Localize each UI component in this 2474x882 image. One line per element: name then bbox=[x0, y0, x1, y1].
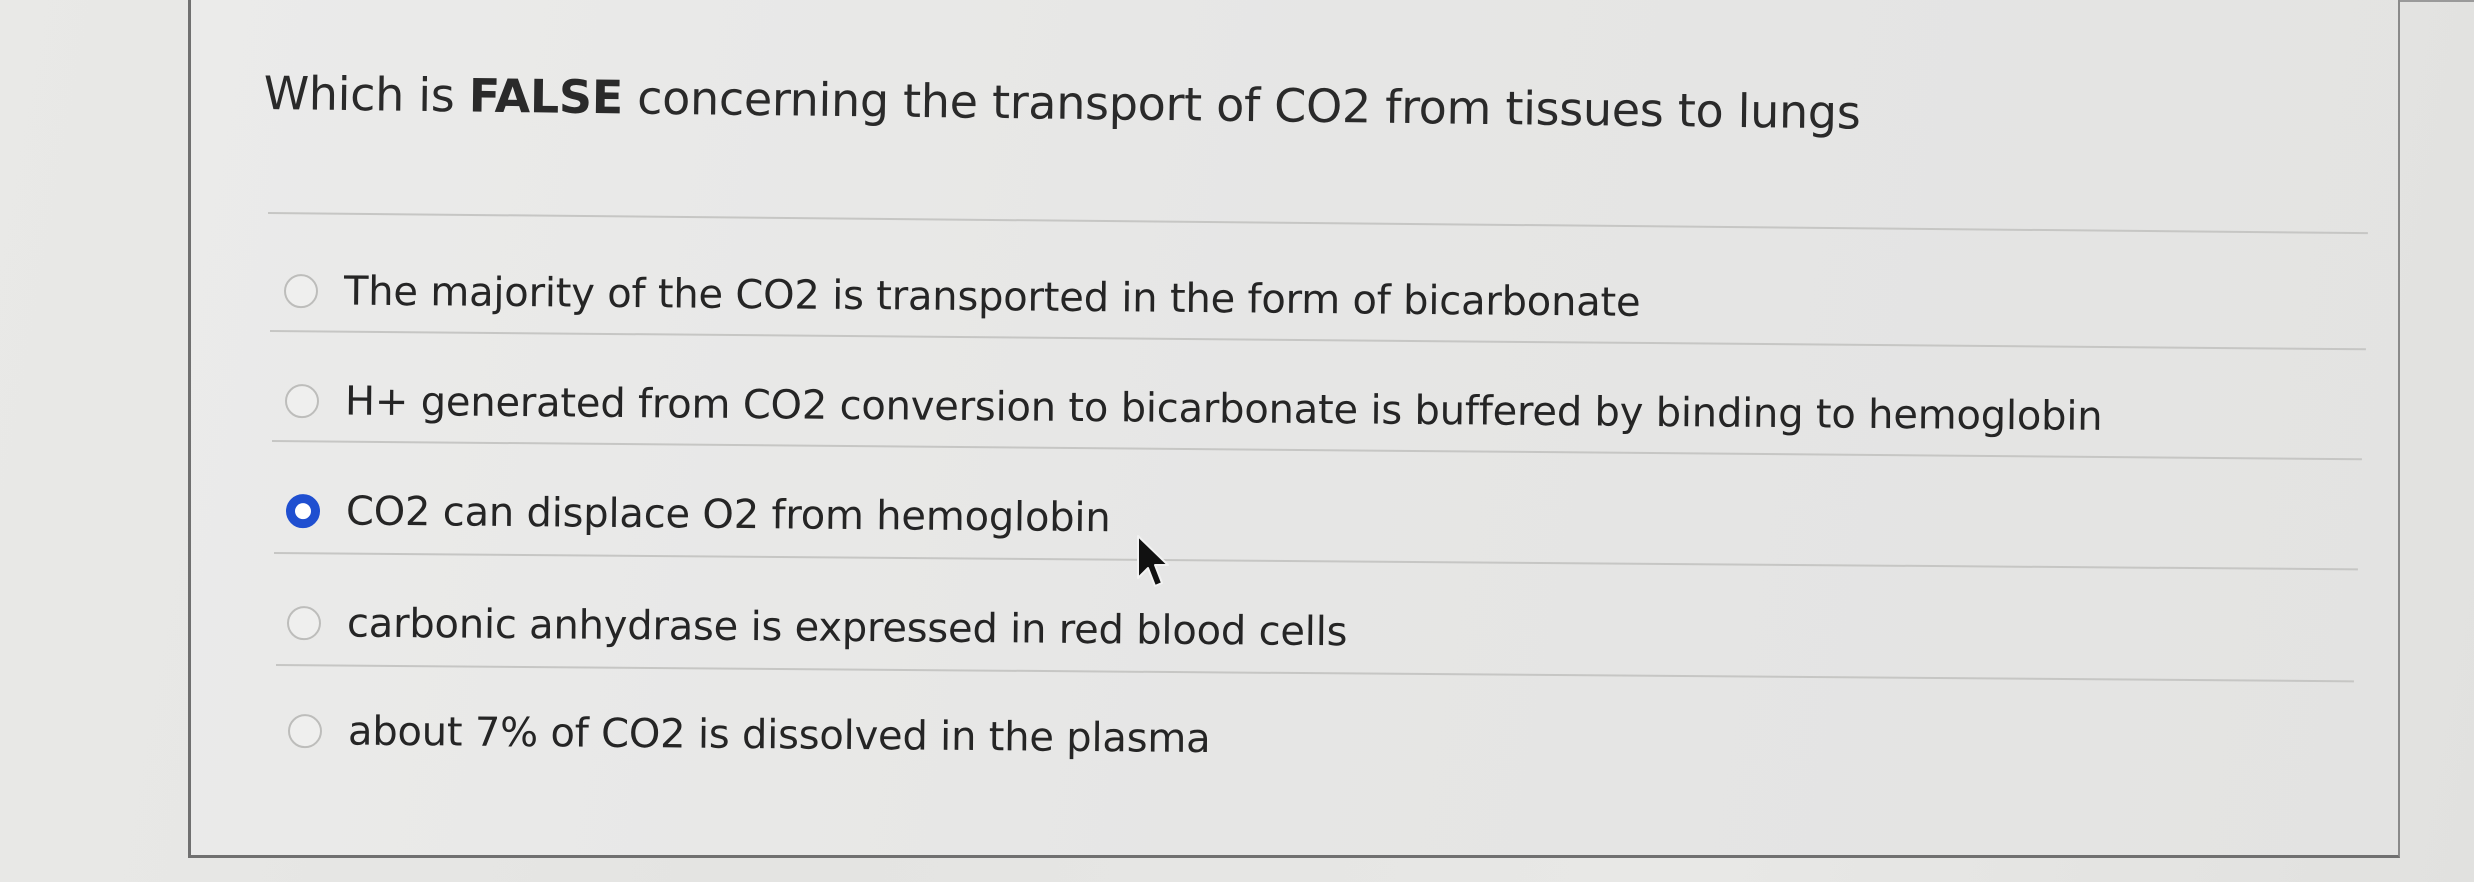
radio-button-selected[interactable] bbox=[285, 494, 321, 529]
answer-option-selected[interactable]: CO2 can displace O2 from hemoglobin bbox=[285, 488, 1111, 542]
radio-button[interactable] bbox=[283, 274, 319, 309]
question-prefix: Which is bbox=[263, 66, 470, 123]
radio-button[interactable] bbox=[284, 384, 320, 419]
question-emphasis: FALSE bbox=[468, 68, 624, 125]
answer-label: carbonic anhydrase is expressed in red b… bbox=[346, 600, 1348, 656]
mouse-pointer-icon bbox=[1137, 535, 1169, 587]
answer-option[interactable]: carbonic anhydrase is expressed in red b… bbox=[286, 600, 1348, 656]
radio-button[interactable] bbox=[286, 606, 322, 641]
radio-button[interactable] bbox=[287, 714, 323, 749]
answer-label: CO2 can displace O2 from hemoglobin bbox=[345, 488, 1111, 542]
answer-label: about 7% of CO2 is dissolved in the plas… bbox=[347, 708, 1211, 763]
answer-option[interactable]: about 7% of CO2 is dissolved in the plas… bbox=[287, 708, 1211, 763]
